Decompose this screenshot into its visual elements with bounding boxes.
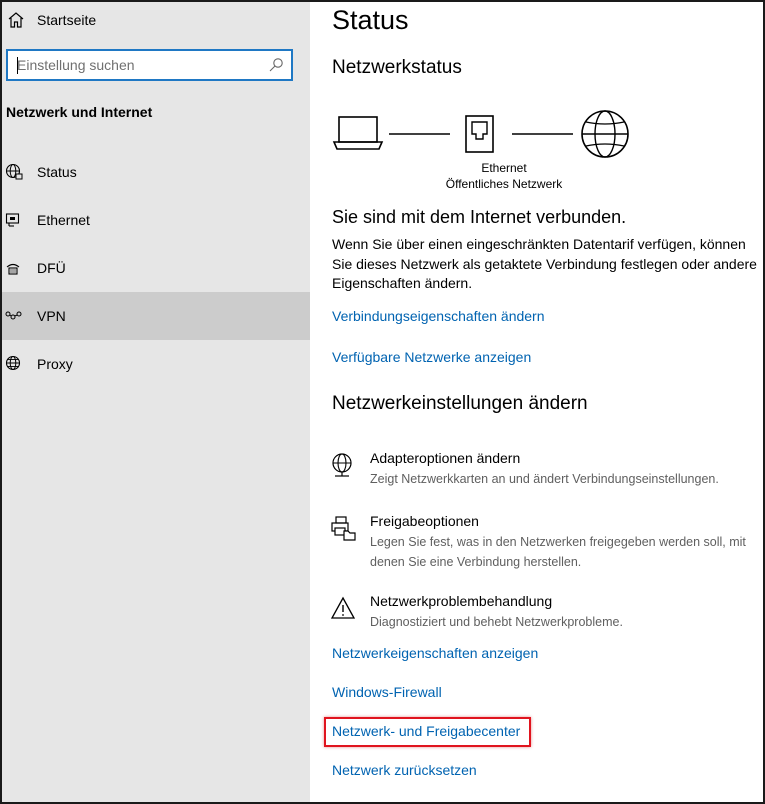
globe-status-icon xyxy=(5,163,23,181)
section-title: Netzwerk und Internet xyxy=(6,104,153,120)
network-reset-link[interactable]: Netzwerk zurücksetzen xyxy=(332,762,477,778)
network-type-label: Öffentliches Netzwerk xyxy=(445,177,563,191)
text-cursor xyxy=(17,57,18,74)
adapter-globe-icon xyxy=(332,453,352,477)
setting-description: Diagnostiziert und behebt Netzwerkproble… xyxy=(370,615,623,629)
dialup-icon xyxy=(5,259,23,277)
connection-properties-link[interactable]: Verbindungseigenschaften ändern xyxy=(332,308,545,324)
sidebar-item-ethernet[interactable]: Ethernet xyxy=(2,196,310,244)
globe-icon xyxy=(5,355,23,373)
setting-title: Freigabeoptionen xyxy=(370,513,479,529)
connection-type-label: Ethernet xyxy=(481,161,527,175)
ethernet-icon xyxy=(5,211,23,229)
network-diagram: Ethernet Öffentliches Netzwerk xyxy=(332,102,642,198)
search-icon[interactable] xyxy=(268,57,284,73)
sidebar-item-dfu[interactable]: DFÜ xyxy=(2,244,310,292)
setting-description: Legen Sie fest, was in den Netzwerken fr… xyxy=(370,535,746,569)
home-link[interactable]: Startseite xyxy=(6,8,96,32)
search-box[interactable] xyxy=(6,49,293,81)
ethernet-port-icon xyxy=(465,115,494,153)
sidebar-item-label: DFÜ xyxy=(37,260,66,276)
sidebar: Startseite Netzwerk und Internet Status xyxy=(2,2,310,802)
laptop-icon xyxy=(332,116,384,150)
search-input[interactable] xyxy=(8,51,268,79)
sidebar-item-label: Ethernet xyxy=(37,212,90,228)
connected-heading: Sie sind mit dem Internet verbunden. xyxy=(332,207,627,227)
sidebar-item-label: Status xyxy=(37,164,77,180)
setting-title: Adapteroptionen ändern xyxy=(370,450,521,466)
vpn-icon xyxy=(5,307,23,325)
page-title: Status xyxy=(332,5,409,35)
main-content: Status Netzwerkstatus Ethernet Öffentlic… xyxy=(310,2,763,802)
internet-globe-icon xyxy=(581,110,629,158)
home-label: Startseite xyxy=(37,12,97,28)
network-status-heading: Netzwerkstatus xyxy=(332,57,462,78)
available-networks-link[interactable]: Verfügbare Netzwerke anzeigen xyxy=(332,349,531,365)
sidebar-item-label: VPN xyxy=(37,308,66,324)
sidebar-item-status[interactable]: Status xyxy=(2,148,310,196)
windows-firewall-link[interactable]: Windows-Firewall xyxy=(332,684,442,700)
sidebar-item-proxy[interactable]: Proxy xyxy=(2,340,310,388)
warning-icon xyxy=(330,596,356,619)
settings-window: Startseite Netzwerk und Internet Status xyxy=(0,0,765,804)
network-properties-link[interactable]: Netzwerkeigenschaften anzeigen xyxy=(332,645,538,661)
setting-description: Zeigt Netzwerkkarten an und ändert Verbi… xyxy=(370,472,719,486)
change-settings-heading: Netzwerkeinstellungen ändern xyxy=(332,393,588,414)
setting-title: Netzwerkproblembehandlung xyxy=(370,593,553,609)
sidebar-item-vpn[interactable]: VPN xyxy=(2,292,310,340)
connected-description: Wenn Sie über einen eingeschränkten Date… xyxy=(332,236,757,291)
home-icon xyxy=(8,12,24,28)
network-sharing-center-link[interactable]: Netzwerk- und Freigabecenter xyxy=(332,723,520,739)
sidebar-item-label: Proxy xyxy=(37,356,73,372)
sharing-icon xyxy=(331,516,356,541)
